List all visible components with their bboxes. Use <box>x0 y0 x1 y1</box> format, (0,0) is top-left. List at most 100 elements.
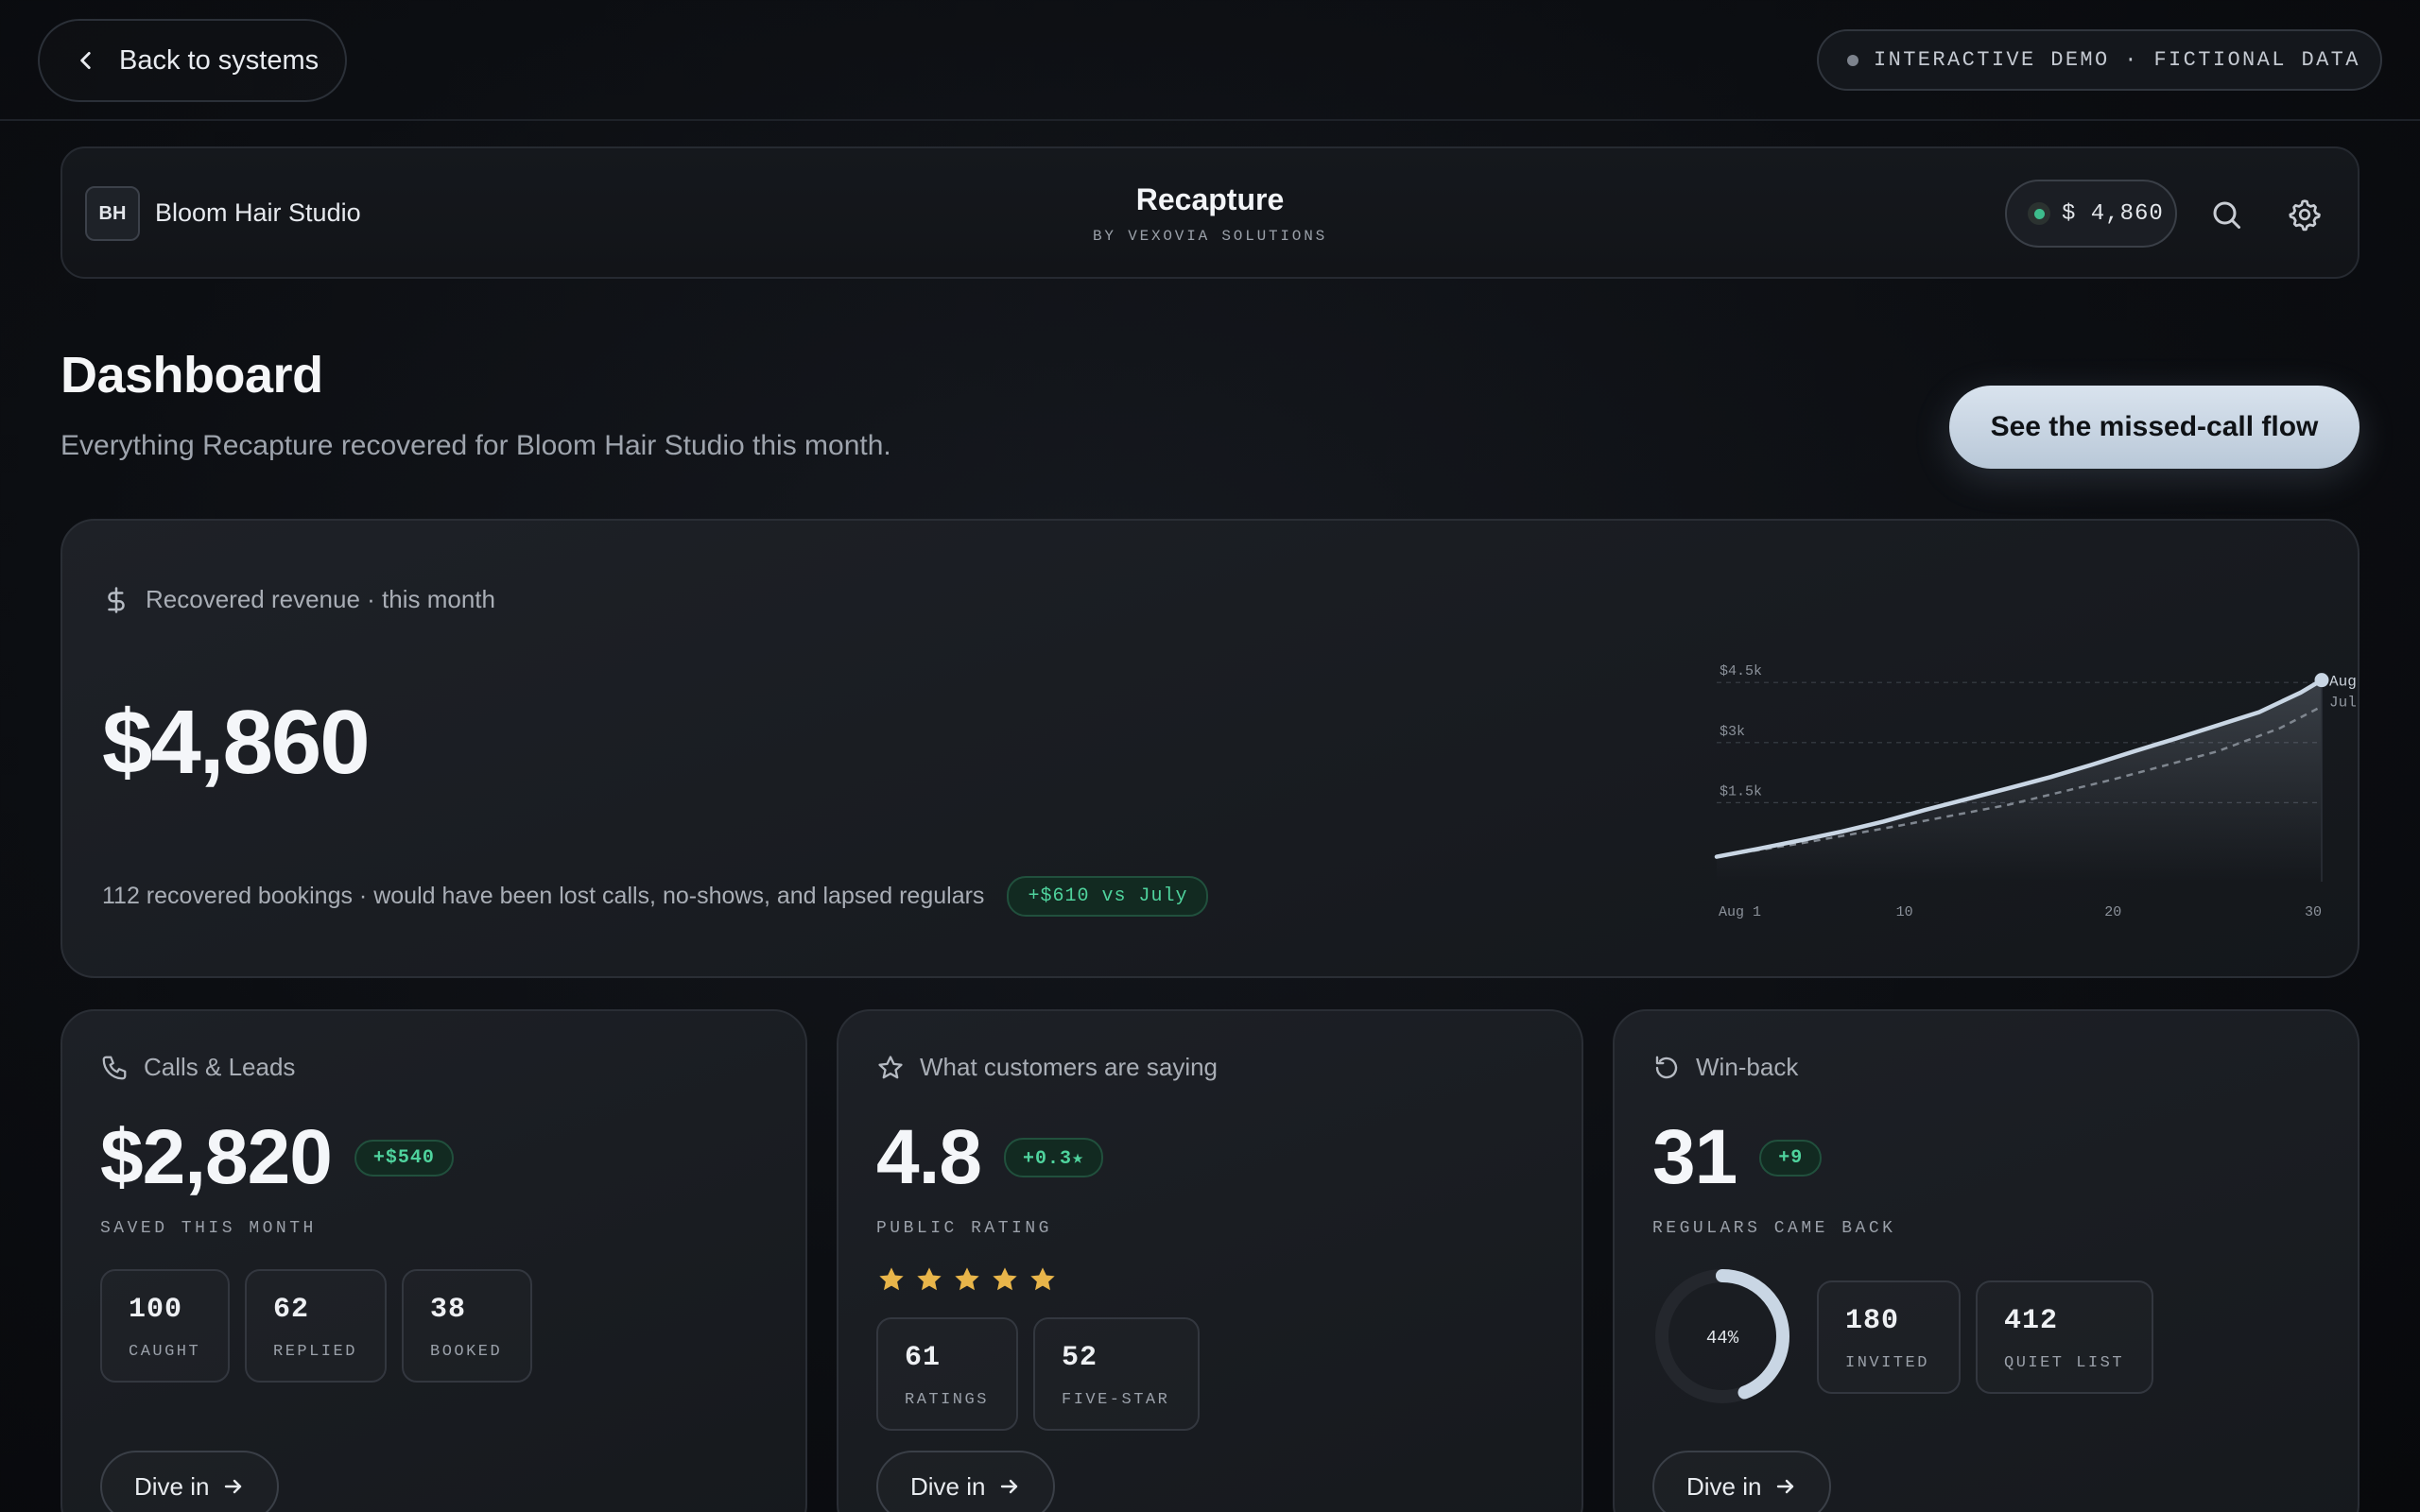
reviews-value-row: 4.8 +0.3★ <box>876 1113 1104 1202</box>
top-bar: Back to systems INTERACTIVE DEMO · FICTI… <box>0 0 2420 121</box>
stat-label: CAUGHT <box>129 1343 201 1361</box>
app-header: BH Bloom Hair Studio Recapture BY VEXOVI… <box>60 146 2360 279</box>
revenue-chart: $1.5k $3k $4.5k Aug 1 10 20 30 Aug Jul <box>1714 663 2357 920</box>
winback-caption: REGULARS CAME BACK <box>1652 1219 1896 1238</box>
stat-num: 100 <box>129 1294 183 1326</box>
stat-quiet-list: 412 QUIET LIST <box>1976 1280 2153 1394</box>
winback-dive-in-button[interactable]: Dive in <box>1652 1451 1832 1512</box>
series-label-aug: Aug <box>2329 674 2357 691</box>
stat-caught: 100 CAUGHT <box>100 1269 230 1383</box>
delta-badge: +$610 vs July <box>1007 876 1209 917</box>
series-label-jul: Jul <box>2329 695 2357 712</box>
stat-num: 62 <box>273 1294 310 1326</box>
hero-label-text: Recovered revenue · this month <box>146 585 495 613</box>
reviews-dive-in-button[interactable]: Dive in <box>876 1451 1056 1512</box>
stat-replied: 62 REPLIED <box>245 1269 387 1383</box>
calls-leads-card[interactable]: Calls & Leads $2,820 +$540 SAVED THIS MO… <box>60 1009 807 1512</box>
search-icon[interactable] <box>2209 198 2243 232</box>
reviews-card[interactable]: What customers are saying 4.8 +0.3★ PUBL… <box>837 1009 1583 1512</box>
rating-value: 4.8 <box>876 1114 982 1200</box>
recovered-revenue-card: Recovered revenue · this month $4,860 11… <box>60 519 2360 978</box>
x-tick-label: 10 <box>1896 904 1913 920</box>
calls-caption: SAVED THIS MONTH <box>100 1219 317 1238</box>
x-tick-label: 30 <box>2305 904 2322 920</box>
hero-label: Recovered revenue · this month <box>102 585 495 614</box>
aug-area <box>1717 679 2322 882</box>
balance-value: $ 4,860 <box>2062 200 2164 227</box>
demo-label: INTERACTIVE DEMO · FICTIONAL DATA <box>1874 48 2360 72</box>
status-dot-icon <box>1847 54 1858 66</box>
rating-stars <box>876 1264 1058 1295</box>
winback-value: 31 <box>1652 1114 1737 1200</box>
calls-dive-in-button[interactable]: Dive in <box>100 1451 280 1512</box>
page-subtitle: Everything Recapture recovered for Bloom… <box>60 430 891 461</box>
stat-label: QUIET LIST <box>2004 1354 2125 1372</box>
dollar-icon <box>108 586 125 613</box>
stat-five-star: 52 FIVE-STAR <box>1033 1317 1200 1431</box>
stat-label: REPLIED <box>273 1343 357 1361</box>
page-title: Dashboard <box>60 347 323 404</box>
dive-label: Dive in <box>910 1471 986 1501</box>
hero-footnote: 112 recovered bookings · would have been… <box>102 876 1209 917</box>
stat-num: 38 <box>430 1294 467 1326</box>
chevron-left-icon <box>80 52 91 69</box>
x-tick-label: Aug 1 <box>1719 904 1761 920</box>
gear-icon[interactable] <box>2288 198 2322 232</box>
stat-label: FIVE-STAR <box>1062 1391 1170 1409</box>
stat-ratings: 61 RATINGS <box>876 1317 1018 1431</box>
stat-num: 412 <box>2004 1305 2059 1337</box>
star-outline-icon <box>878 1055 903 1078</box>
stat-booked: 38 BOOKED <box>402 1269 532 1383</box>
calls-value-row: $2,820 +$540 <box>100 1113 454 1202</box>
winback-stats: 180 INVITED 412 QUIET LIST <box>1817 1280 2153 1394</box>
dive-label: Dive in <box>1686 1471 1762 1501</box>
phone-icon <box>102 1056 127 1079</box>
rating-delta-badge: +0.3★ <box>1004 1138 1104 1177</box>
stat-num: 180 <box>1845 1305 1900 1337</box>
aug-end-point <box>2314 673 2329 688</box>
hero-footnote-text: 112 recovered bookings · would have been… <box>102 883 985 909</box>
hero-value: $4,860 <box>102 692 371 793</box>
calls-label-text: Calls & Leads <box>144 1053 296 1081</box>
stat-label: BOOKED <box>430 1343 503 1361</box>
arrow-right-icon <box>225 1479 242 1494</box>
win-back-card[interactable]: Win-back 31 +9 REGULARS CAME BACK 44% 18… <box>1613 1009 2360 1512</box>
calls-value: $2,820 <box>100 1114 333 1200</box>
reviews-label-text: What customers are saying <box>920 1053 1219 1081</box>
winback-label-text: Win-back <box>1696 1053 1799 1081</box>
winback-delta-badge: +9 <box>1759 1139 1823 1177</box>
star-filled-icon <box>1030 1267 1055 1291</box>
reviews-stats: 61 RATINGS 52 FIVE-STAR <box>876 1317 1200 1431</box>
winback-value-row: 31 +9 <box>1652 1113 1823 1202</box>
y-tick-label: $4.5k <box>1720 663 1762 679</box>
stat-num: 52 <box>1062 1342 1098 1374</box>
refresh-icon <box>1655 1056 1678 1078</box>
calls-delta-badge: +$540 <box>354 1139 454 1177</box>
x-tick-label: 20 <box>2104 904 2121 920</box>
back-to-systems-button[interactable]: Back to systems <box>38 19 347 102</box>
star-filled-icon <box>955 1267 979 1291</box>
return-rate-ring: 44% <box>1655 1269 1789 1403</box>
stat-label: RATINGS <box>905 1391 989 1409</box>
reviews-label: What customers are saying <box>876 1053 1218 1082</box>
back-label: Back to systems <box>119 44 320 76</box>
y-tick-label: $3k <box>1720 724 1745 740</box>
star-filled-icon <box>879 1267 904 1291</box>
y-tick-label: $1.5k <box>1720 783 1762 799</box>
balance-pill[interactable]: $ 4,860 <box>2005 180 2177 248</box>
star-filled-icon <box>993 1267 1017 1291</box>
calls-stats: 100 CAUGHT 62 REPLIED 38 BOOKED <box>100 1269 532 1383</box>
arrow-right-icon <box>1777 1479 1794 1494</box>
stat-invited: 180 INVITED <box>1817 1280 1961 1394</box>
stat-label: INVITED <box>1845 1354 1929 1372</box>
live-dot-icon <box>2028 202 2050 225</box>
ring-label: 44% <box>1706 1328 1739 1349</box>
demo-badge: INTERACTIVE DEMO · FICTIONAL DATA <box>1817 29 2382 91</box>
arrow-right-icon <box>1001 1479 1018 1494</box>
rating-caption: PUBLIC RATING <box>876 1219 1052 1238</box>
winback-label: Win-back <box>1652 1053 1798 1082</box>
missed-call-flow-button[interactable]: See the missed-call flow <box>1949 386 2360 469</box>
calls-label: Calls & Leads <box>100 1053 295 1082</box>
stat-num: 61 <box>905 1342 942 1374</box>
dive-label: Dive in <box>134 1471 210 1501</box>
